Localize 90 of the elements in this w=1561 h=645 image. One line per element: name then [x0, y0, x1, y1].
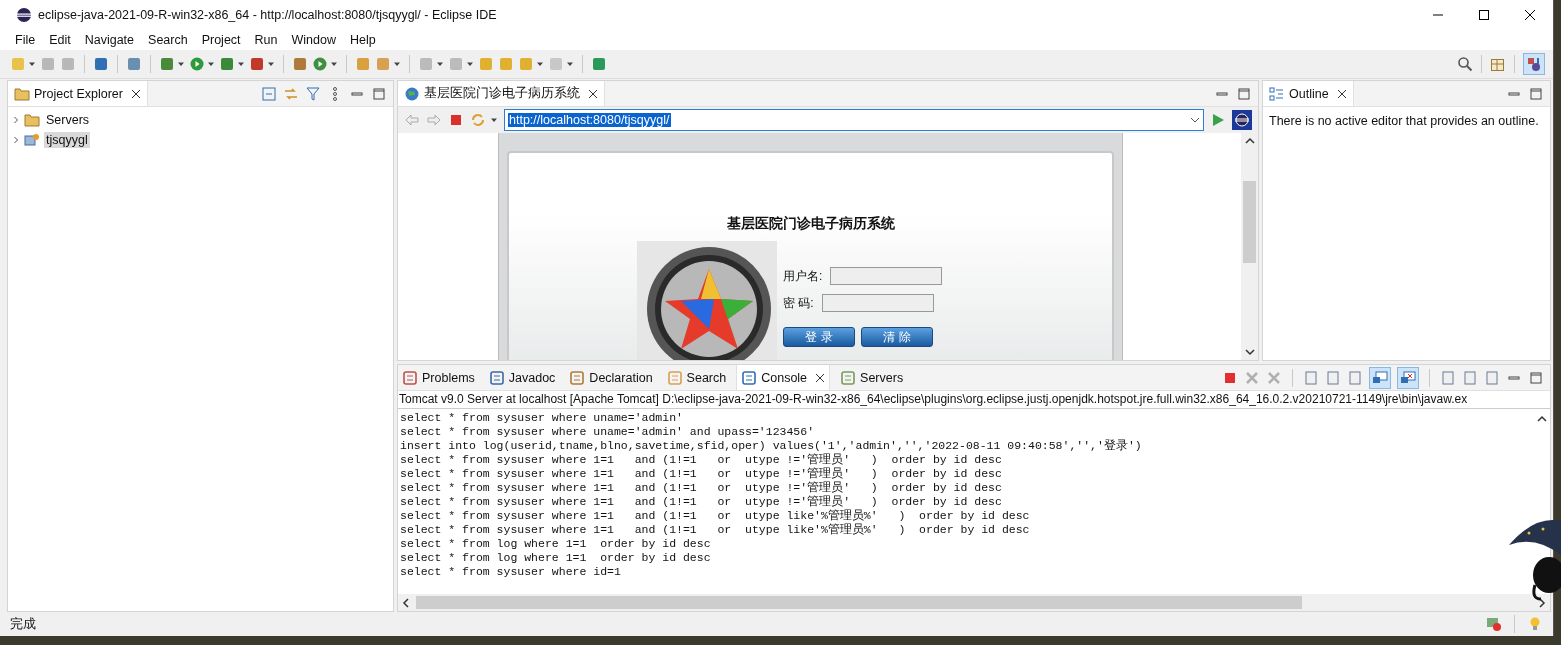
caret-icon[interactable] [177, 60, 185, 68]
status-text: 完成 [10, 615, 36, 633]
menu-item[interactable]: Help [342, 33, 383, 47]
caret-icon[interactable] [536, 60, 544, 68]
java-perspective-button[interactable] [1523, 53, 1545, 75]
console-line: select * from sysuser where 1=1 and (1!=1 or utype !='管理员' ) order by id desc [400, 453, 1003, 467]
scroll-up-icon[interactable] [1536, 415, 1547, 423]
go-icon[interactable] [1210, 112, 1226, 128]
close-icon[interactable] [130, 88, 141, 99]
folder-icon [24, 112, 40, 128]
console-line: select * from log where 1=1 order by id desc [400, 551, 712, 565]
console-line: select * from sysuser where 1=1 and (1!=1 or utype !='管理员' ) order by id desc [400, 481, 1003, 495]
console-line: insert into log(userid,tname,blno,savetime,sfid,oper) values('1','admin','','2022-08-11 09:40:58','','登录') [400, 439, 1143, 453]
close-icon[interactable] [1524, 9, 1536, 21]
collapse-all-icon[interactable] [261, 85, 277, 102]
link-icon[interactable] [283, 85, 299, 102]
globe-icon [404, 85, 420, 102]
caret-icon[interactable] [237, 60, 245, 68]
close-icon[interactable] [588, 88, 598, 99]
console-line: select * from sysuser where 1=1 and (1!=1 or utype !='管理员' ) order by id desc [400, 495, 1003, 509]
remove-icon[interactable] [1244, 369, 1260, 386]
username-field[interactable] [830, 267, 943, 285]
outline-icon [1269, 85, 1285, 102]
console-line: select * from sysuser where 1=1 and (1!=1 or utype like'%管理员%' ) order by id desc [400, 523, 1031, 537]
caret-icon[interactable] [330, 60, 338, 68]
scroll-right-icon[interactable] [1538, 597, 1546, 608]
caret-icon[interactable] [393, 60, 401, 68]
close-icon[interactable] [1336, 88, 1347, 99]
chevron-icon[interactable] [12, 116, 20, 124]
menu-item[interactable]: Edit [42, 33, 78, 47]
caret-icon[interactable] [490, 116, 498, 124]
search-icon[interactable] [1457, 56, 1473, 72]
caret-icon[interactable] [466, 60, 474, 68]
close-icon[interactable] [815, 372, 826, 383]
console-line: select * from sysuser where 1=1 and (1!=1 or utype !='管理员' ) order by id desc [400, 467, 1003, 481]
password-label: 密 码: [783, 294, 814, 312]
menu-item[interactable]: Navigate [77, 33, 142, 47]
console-line: select * from sysuser where uname='admin' [400, 411, 684, 425]
show-on-output-button[interactable] [1369, 366, 1391, 389]
maximize-icon[interactable] [1478, 9, 1490, 21]
project-icon [24, 132, 40, 148]
scroll-up-icon[interactable] [1244, 137, 1255, 145]
console-header: Tomcat v9.0 Server at localhost [Apache Tomcat] D:\eclipse-java-2021-09-R-win32-x86_64\eclipse\plugins\org.eclipse.justj.openjdk.hotspot.jre.full.win32.x86_64_16.0.2.v20210721-1149\jre\bin\javaw.ex [398, 391, 1550, 409]
java-perspective-icon [1526, 56, 1542, 72]
filter-icon[interactable] [305, 85, 321, 102]
caret-icon[interactable] [207, 60, 215, 68]
menu-item[interactable]: Project [194, 33, 248, 47]
eclipse-logo-icon [16, 7, 32, 23]
password-field[interactable] [821, 294, 934, 312]
window-title: eclipse-java-2021-09-R-win32-x86_64 - http://localhost:8080/tjsqyygl/ - Eclipse IDE [38, 8, 497, 22]
console-line: select * from log where 1=1 order by id desc [400, 537, 712, 551]
scroll-left-icon[interactable] [402, 597, 410, 608]
monitor-error-icon [1400, 369, 1416, 386]
new-class-icon[interactable] [312, 56, 328, 72]
stop-icon[interactable] [448, 112, 464, 128]
tree-item[interactable]: Servers [44, 112, 92, 128]
error-log-icon[interactable] [1486, 616, 1502, 632]
outline-message: There is no active editor that provides an outline. [1268, 113, 1540, 130]
menu-item[interactable]: File [8, 33, 43, 47]
view-tab[interactable]: Servers [836, 365, 908, 390]
clear-button[interactable]: 清 除 [861, 327, 933, 347]
login-button[interactable]: 登 录 [783, 327, 855, 347]
view-tab[interactable]: Console [736, 365, 831, 390]
menu-item[interactable]: Run [247, 33, 285, 47]
menu-item[interactable]: Search [141, 33, 195, 47]
page-title: 基层医院门诊电子病历系统 [725, 215, 896, 233]
scrollbar[interactable] [1241, 133, 1258, 360]
eclipse-logo-icon[interactable] [1232, 110, 1252, 130]
username-label: 用户名: [783, 267, 823, 285]
view-tab[interactable]: Problems [398, 365, 479, 390]
console-line: select * from sysuser where uname='admin' and upass='123456' [400, 425, 816, 439]
caret-icon[interactable] [267, 60, 275, 68]
console-line: select * from sysuser where 1=1 and (1!=1 or utype like'%管理员%' ) order by id desc [400, 509, 1031, 523]
menu-item[interactable]: Window [284, 33, 343, 47]
chevron-icon[interactable] [12, 136, 20, 144]
view-tab[interactable]: Declaration [565, 365, 657, 390]
caret-icon[interactable] [566, 60, 574, 68]
show-on-error-button[interactable] [1397, 366, 1419, 389]
url-field[interactable]: http://localhost:8080/tjsqyygl/ [504, 109, 1204, 131]
view-tab[interactable]: Javadoc [484, 365, 560, 390]
remove-all-icon[interactable] [1266, 369, 1282, 386]
caret-icon[interactable] [436, 60, 444, 68]
scroll-down-icon[interactable] [1244, 348, 1255, 356]
view-tab[interactable]: Search [662, 365, 731, 390]
scrollbar[interactable] [398, 594, 1550, 611]
console-line: select * from sysuser where id=1 [400, 565, 622, 579]
caret-icon[interactable] [28, 60, 36, 68]
open-perspective-icon[interactable] [1490, 56, 1506, 72]
folder-icon [14, 85, 30, 102]
tree-item[interactable]: tjsqyygl [44, 132, 90, 148]
